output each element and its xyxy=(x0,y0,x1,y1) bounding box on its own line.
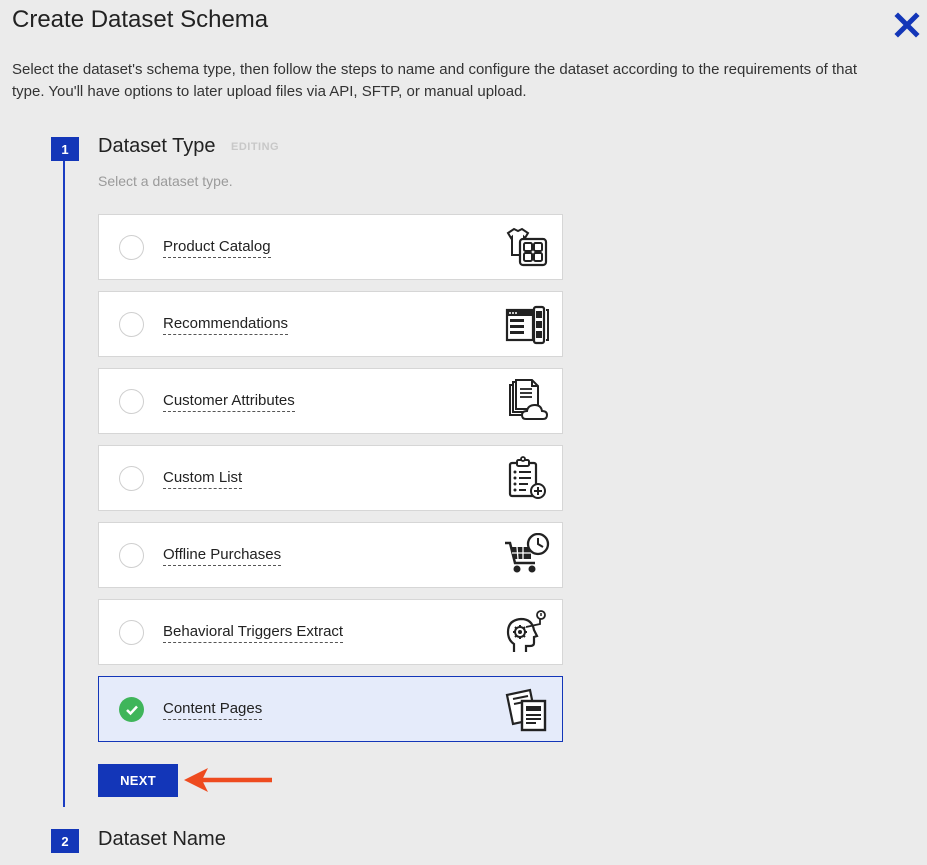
step-number-1: 1 xyxy=(51,137,79,161)
product-catalog-icon xyxy=(506,227,548,267)
step-hint: Select a dataset type. xyxy=(98,173,233,189)
option-label: Offline Purchases xyxy=(163,546,282,566)
radio-button[interactable] xyxy=(119,389,144,414)
step-title-dataset-name: Dataset Name xyxy=(98,828,226,850)
close-icon[interactable] xyxy=(893,11,921,39)
step-title-dataset-type: Dataset Type xyxy=(98,135,216,157)
offline-purchases-icon xyxy=(505,533,550,573)
option-customer-attributes[interactable]: Customer Attributes xyxy=(98,368,563,434)
behavioral-triggers-icon xyxy=(506,610,546,652)
radio-button[interactable] xyxy=(119,235,144,260)
status-badge: EDITING xyxy=(231,141,280,153)
option-recommendations[interactable]: Recommendations xyxy=(98,291,563,357)
option-product-catalog[interactable]: Product Catalog xyxy=(98,214,563,280)
option-label: Custom List xyxy=(163,469,243,489)
check-icon[interactable] xyxy=(119,697,144,722)
custom-list-icon xyxy=(508,456,546,499)
next-button[interactable]: NEXT xyxy=(98,764,178,797)
option-label: Customer Attributes xyxy=(163,392,295,412)
option-label: Recommendations xyxy=(163,315,289,335)
option-behavioral-triggers-extract[interactable]: Behavioral Triggers Extract xyxy=(98,599,563,665)
step-rail xyxy=(63,150,65,807)
option-label: Behavioral Triggers Extract xyxy=(163,623,344,643)
radio-button[interactable] xyxy=(119,543,144,568)
option-offline-purchases[interactable]: Offline Purchases xyxy=(98,522,563,588)
radio-button[interactable] xyxy=(119,312,144,337)
step-number-2: 2 xyxy=(51,829,79,853)
page-title: Create Dataset Schema xyxy=(12,6,269,33)
recommendations-icon xyxy=(505,305,549,345)
content-pages-icon xyxy=(505,688,547,732)
page-description: Select the dataset's schema type, then f… xyxy=(12,61,858,100)
radio-button[interactable] xyxy=(119,620,144,645)
option-label: Content Pages xyxy=(163,700,263,720)
option-content-pages[interactable]: Content Pages xyxy=(98,676,563,742)
radio-button[interactable] xyxy=(119,466,144,491)
customer-attributes-icon xyxy=(509,379,549,420)
option-label: Product Catalog xyxy=(163,238,271,258)
option-custom-list[interactable]: Custom List xyxy=(98,445,563,511)
arrow-left-icon xyxy=(184,768,272,792)
